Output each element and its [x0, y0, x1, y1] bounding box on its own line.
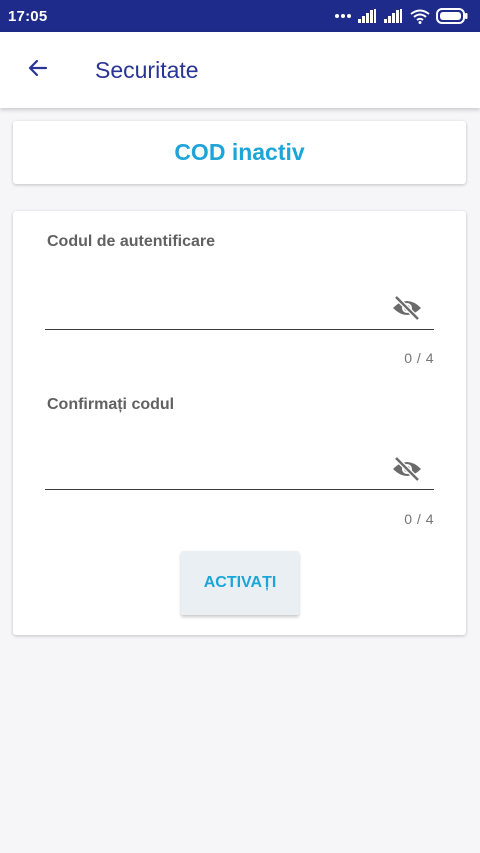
confirm-code-label: Confirmați codul [47, 396, 175, 413]
auth-code-input[interactable] [45, 290, 434, 330]
status-icons [334, 8, 468, 24]
code-status-text: COD inactiv [174, 139, 305, 165]
signal-icon [384, 9, 404, 23]
arrow-left-icon [26, 56, 50, 85]
code-form-card: Codul de autentificare 0 / 4 Confirmați … [13, 211, 466, 635]
confirm-code-counter: 0 / 4 [404, 511, 434, 527]
signal-icon [358, 9, 378, 23]
status-time: 17:05 [8, 7, 48, 25]
auth-code-label: Codul de autentificare [47, 233, 216, 250]
code-status-card: COD inactiv [13, 121, 466, 184]
app-bar: Securitate [0, 32, 480, 108]
page-title: Securitate [95, 56, 199, 83]
status-bar: 17:05 [0, 0, 480, 32]
confirm-code-input[interactable] [45, 450, 434, 490]
eye-off-icon[interactable] [390, 454, 424, 484]
auth-code-counter: 0 / 4 [404, 350, 434, 366]
back-button[interactable] [18, 50, 58, 90]
wifi-icon [410, 9, 430, 24]
activate-button[interactable]: ACTIVAȚI [181, 551, 299, 615]
battery-icon [436, 8, 468, 24]
eye-off-icon[interactable] [390, 293, 424, 323]
more-dots-icon [334, 13, 352, 19]
